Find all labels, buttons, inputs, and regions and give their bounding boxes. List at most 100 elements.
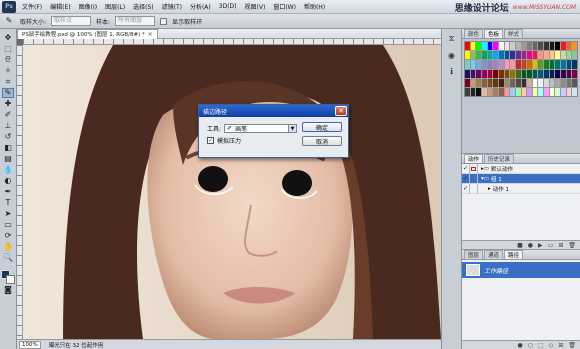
action-row[interactable]: ✓ ▸ 动作 1 — [462, 183, 580, 194]
hand-tool-icon[interactable]: ✋ — [2, 242, 14, 252]
path-select-tool-icon[interactable]: ➤ — [2, 209, 14, 219]
record-icon[interactable]: ● — [528, 242, 533, 249]
swatch-cell[interactable] — [549, 87, 555, 96]
swatch-cell[interactable] — [498, 69, 504, 78]
action-row-selected[interactable]: ✓ ▾▭ 组 1 — [462, 173, 580, 184]
new-action-icon[interactable]: ⊞ — [558, 242, 563, 249]
check-icon[interactable]: ✓ — [462, 183, 470, 194]
trash-icon[interactable]: 🗑 — [568, 342, 576, 349]
sample-size-select[interactable]: 取样点 — [51, 16, 92, 26]
swatch-cell[interactable] — [538, 87, 544, 96]
swatch-cell[interactable] — [487, 87, 493, 96]
fill-path-icon[interactable]: ● — [518, 342, 523, 349]
sample-select[interactable]: 所有图层 — [115, 16, 156, 26]
swatch-cell[interactable] — [510, 87, 515, 96]
swatch-cell[interactable] — [487, 51, 493, 60]
menu-edit[interactable]: 编辑(E) — [46, 2, 74, 11]
swatch-cell[interactable] — [498, 51, 504, 60]
close-tab-icon[interactable]: ✕ — [148, 31, 153, 38]
swatch-cell[interactable] — [549, 42, 555, 51]
eraser-tool-icon[interactable]: ◧ — [2, 143, 14, 153]
swatch-cell[interactable] — [515, 60, 521, 69]
swatch-cell[interactable] — [487, 42, 493, 51]
swatch-cell[interactable] — [493, 69, 498, 78]
swatch-cell[interactable] — [498, 87, 504, 96]
swatch-cell[interactable] — [504, 69, 510, 78]
swatch-cell[interactable] — [465, 60, 470, 69]
swatch-cell[interactable] — [532, 69, 538, 78]
swatch-cell[interactable] — [504, 51, 510, 60]
swatch-cell[interactable] — [561, 87, 566, 96]
color-swatches[interactable] — [1, 270, 15, 284]
swatch-cell[interactable] — [510, 78, 515, 87]
clone-stamp-tool-icon[interactable]: ⊥ — [2, 121, 14, 131]
blur-tool-icon[interactable]: 💧 — [2, 165, 14, 175]
tab-layers[interactable]: 图层 — [464, 250, 484, 259]
trash-icon[interactable]: 🗑 — [568, 242, 576, 249]
tab-color[interactable]: 颜色 — [464, 29, 484, 38]
swatch-cell[interactable] — [465, 51, 470, 60]
pen-tool-icon[interactable]: ✒ — [2, 187, 14, 197]
path-row[interactable]: 工作路径 — [462, 262, 580, 278]
swatch-cell[interactable] — [538, 60, 544, 69]
swatch-cell[interactable] — [515, 69, 521, 78]
swatch-cell[interactable] — [544, 87, 549, 96]
dodge-tool-icon[interactable]: ◐ — [2, 176, 14, 186]
crop-tool-icon[interactable]: ⌗ — [2, 77, 14, 87]
swatch-cell[interactable] — [470, 87, 476, 96]
swatch-cell[interactable] — [493, 51, 498, 60]
menu-analysis[interactable]: 分析(A) — [186, 2, 215, 11]
swatch-cell[interactable] — [515, 78, 521, 87]
3d-rotate-tool-icon[interactable]: ⟳ — [2, 231, 14, 241]
swatch-cell[interactable] — [465, 42, 470, 51]
swatch-cell[interactable] — [527, 69, 532, 78]
swatch-cell[interactable] — [470, 78, 476, 87]
magic-wand-tool-icon[interactable]: ✧ — [2, 66, 14, 76]
swatch-cell[interactable] — [555, 69, 561, 78]
swatch-cell[interactable] — [561, 51, 566, 60]
dialog-toggle-icon[interactable] — [470, 173, 478, 184]
simulate-pressure-checkbox[interactable]: ✓ — [207, 137, 214, 144]
swatch-cell[interactable] — [561, 78, 566, 87]
canvas[interactable] — [23, 45, 441, 339]
swatch-cell[interactable] — [476, 42, 481, 51]
dialog-close-icon[interactable]: ✕ — [335, 106, 347, 116]
swatch-cell[interactable] — [504, 60, 510, 69]
menu-image[interactable]: 图像(I) — [75, 2, 101, 11]
marquee-tool-icon[interactable]: ⬚ — [2, 44, 14, 54]
swatch-cell[interactable] — [521, 87, 527, 96]
tab-actions[interactable]: 动作 — [464, 154, 484, 163]
swatch-cell[interactable] — [476, 69, 481, 78]
dialog-toggle-icon[interactable] — [470, 163, 478, 174]
swatch-cell[interactable] — [487, 69, 493, 78]
swatch-cell[interactable] — [538, 51, 544, 60]
swatch-cell[interactable] — [521, 78, 527, 87]
swatch-cell[interactable] — [566, 87, 572, 96]
background-color[interactable] — [6, 275, 15, 284]
gradient-tool-icon[interactable]: ▤ — [2, 154, 14, 164]
swatch-cell[interactable] — [481, 78, 487, 87]
swatch-cell[interactable] — [470, 51, 476, 60]
swatch-cell[interactable] — [510, 51, 515, 60]
stop-icon[interactable]: ■ — [517, 242, 523, 249]
swatch-cell[interactable] — [555, 51, 561, 60]
swatch-cell[interactable] — [538, 69, 544, 78]
swatch-cell[interactable] — [493, 87, 498, 96]
dialog-toggle-icon[interactable] — [470, 183, 478, 194]
swatch-cell[interactable] — [521, 51, 527, 60]
swatch-cell[interactable] — [572, 60, 577, 69]
swatch-cell[interactable] — [465, 69, 470, 78]
menu-select[interactable]: 选择(S) — [129, 2, 158, 11]
swatch-cell[interactable] — [566, 42, 572, 51]
make-path-icon[interactable]: ◇ — [549, 342, 554, 349]
swatch-cell[interactable] — [470, 60, 476, 69]
swatch-cell[interactable] — [561, 60, 566, 69]
swatch-cell[interactable] — [555, 60, 561, 69]
swatch-cell[interactable] — [532, 42, 538, 51]
check-icon[interactable]: ✓ — [462, 173, 470, 184]
expand-icon[interactable]: ▸ — [488, 186, 491, 192]
swatch-cell[interactable] — [521, 69, 527, 78]
brush-tool-icon[interactable]: ✐ — [2, 110, 14, 120]
tab-swatches[interactable]: 色板 — [484, 29, 504, 38]
swatch-cell[interactable] — [476, 78, 481, 87]
